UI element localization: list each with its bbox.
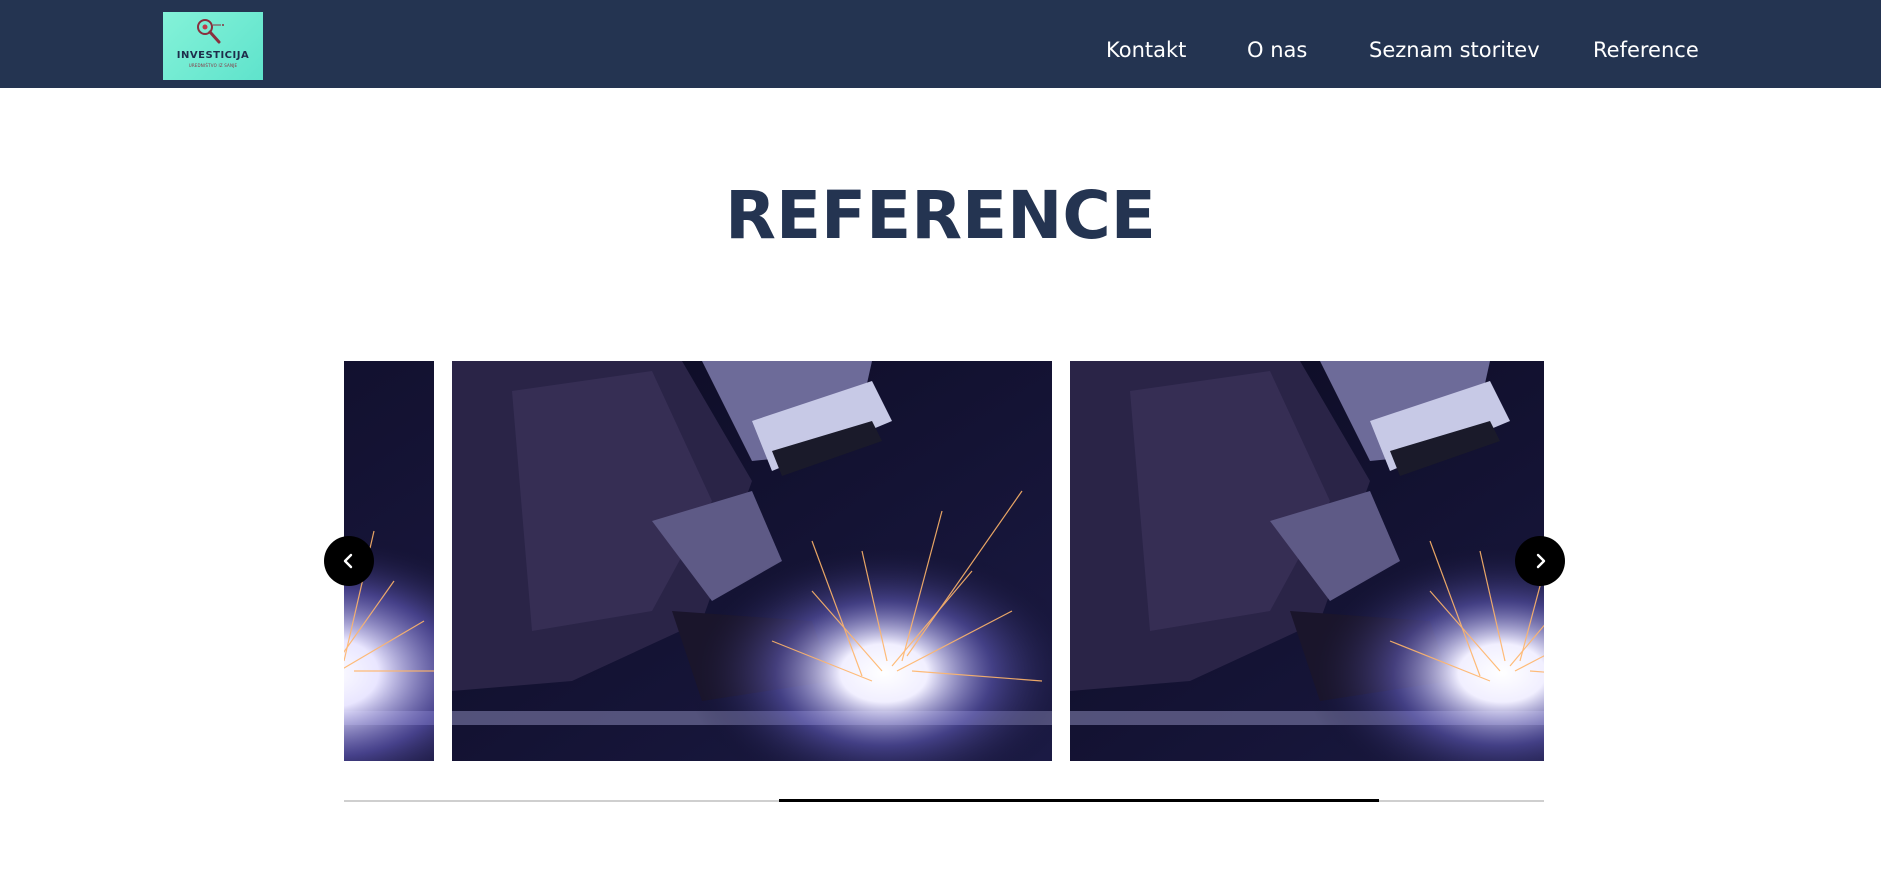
carousel-scrollbar-track[interactable] <box>344 799 1544 802</box>
carousel-next-button[interactable] <box>1515 536 1565 586</box>
site-header: INVESTICIJA UREDNIŠTVO IZ SANJE Kontakt … <box>0 0 1881 88</box>
chevron-left-icon <box>343 553 353 569</box>
welder-sparks-photo <box>1070 361 1544 761</box>
carousel-prev-button[interactable] <box>324 536 374 586</box>
nav-link-kontakt[interactable]: Kontakt <box>1106 36 1186 64</box>
magnifier-icon <box>197 19 224 44</box>
nav-link-reference[interactable]: Reference <box>1593 36 1699 64</box>
reference-carousel[interactable] <box>344 361 1544 761</box>
logo-subtitle: UREDNIŠTVO IZ SANJE <box>188 63 238 68</box>
welder-sparks-photo <box>452 361 1052 761</box>
site-logo[interactable]: INVESTICIJA UREDNIŠTVO IZ SANJE <box>163 12 263 80</box>
chevron-right-icon <box>1536 553 1546 569</box>
carousel-scrollbar-thumb[interactable] <box>779 799 1379 802</box>
carousel-slide[interactable] <box>452 361 1052 761</box>
carousel-slide[interactable] <box>1070 361 1544 761</box>
page-title: REFERENCE <box>725 177 1156 254</box>
nav-link-seznam-storitev[interactable]: Seznam storitev <box>1369 36 1540 64</box>
logo-title: INVESTICIJA <box>176 50 250 61</box>
nav-link-o-nas[interactable]: O nas <box>1247 36 1307 64</box>
